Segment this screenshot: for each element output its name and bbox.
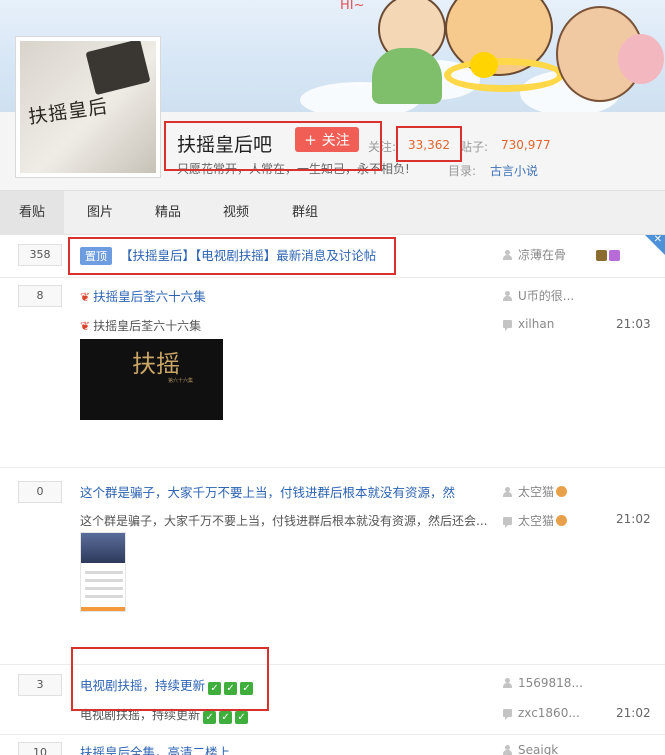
- chat-icon: [503, 320, 512, 331]
- last-reply-user[interactable]: xilhan: [503, 317, 554, 331]
- user-badges: [596, 246, 622, 265]
- thumbnail-title: 扶摇: [132, 350, 180, 378]
- thread-excerpt: 这个群是骗子，大家千万不要上当，付钱进群后根本就没有资源，然后还会...: [80, 514, 488, 528]
- chat-icon: [503, 709, 512, 720]
- last-reply-time: 21:02: [616, 706, 651, 720]
- posts-count: 730,977: [501, 138, 551, 152]
- thread-excerpt: 电视剧扶摇，持续更新 ✓ ✓ ✓: [80, 706, 249, 724]
- thread-author[interactable]: 1569818...: [503, 676, 583, 690]
- thread-title-text: 【扶摇皇后】【电视剧扶摇】最新消息及讨论帖: [120, 248, 377, 263]
- leaf-icon: ❦: [80, 290, 91, 304]
- thread-title[interactable]: 电视剧扶摇，持续更新 ✓ ✓ ✓: [80, 675, 254, 695]
- followers-count: 33,362: [408, 138, 450, 152]
- person-icon: [503, 250, 512, 260]
- category-link[interactable]: 古言小说: [490, 162, 538, 179]
- person-icon: [503, 678, 512, 688]
- forum-page: HI~ 扶摇皇后 扶摇皇后吧 + 关注 只愿花常开，人常在，一生知己，永不相负!…: [0, 0, 665, 755]
- thread-title[interactable]: ❦ 扶摇皇后荃六十六集: [80, 286, 206, 305]
- stamp-image: [85, 41, 151, 96]
- thread-title[interactable]: 置顶 【扶摇皇后】【电视剧扶摇】最新消息及讨论帖: [80, 245, 376, 265]
- tab-videos[interactable]: 视频: [208, 191, 264, 235]
- check-icon: ✓: [219, 711, 233, 724]
- person-icon: [503, 745, 512, 755]
- tab-groups[interactable]: 群组: [277, 191, 333, 235]
- member-badge-icon: [609, 250, 620, 261]
- thread-thumbnail[interactable]: 扶摇 第六十六集: [80, 339, 223, 420]
- check-icon: ✓: [235, 711, 249, 724]
- thread-author[interactable]: 凉薄在骨: [503, 246, 566, 263]
- check-icon: ✓: [240, 682, 254, 695]
- person-icon: [503, 487, 512, 497]
- tab-featured[interactable]: 精品: [140, 191, 196, 235]
- thread-author[interactable]: U币的很...: [503, 287, 574, 304]
- cartoon-character-green: [372, 48, 442, 104]
- check-icon: ✓: [208, 682, 222, 695]
- tab-pictures[interactable]: 图片: [72, 191, 128, 235]
- last-reply-user[interactable]: 太空猫: [503, 512, 568, 529]
- row-divider: [0, 734, 665, 735]
- forum-title: 扶摇皇后吧: [177, 134, 273, 156]
- banner-speech: HI~: [340, 0, 365, 13]
- reply-count: 358: [18, 244, 62, 266]
- reply-count: 10: [18, 742, 62, 755]
- person-icon: [503, 291, 512, 301]
- level-badge-icon: [596, 250, 607, 261]
- check-icon: ✓: [203, 711, 217, 724]
- last-reply-user[interactable]: zxc1860...: [503, 706, 580, 720]
- avatar-calligraphy: 扶摇皇后: [27, 95, 110, 129]
- cat-emoji-icon: [556, 486, 568, 497]
- thread-author[interactable]: Seaigk: [503, 743, 558, 755]
- row-divider: [0, 664, 665, 665]
- pinned-badge: 置顶: [80, 247, 112, 265]
- duck-float: [444, 58, 564, 92]
- thread-author[interactable]: 太空猫: [503, 483, 568, 500]
- leaf-icon: ❦: [80, 319, 91, 333]
- thread-title[interactable]: 这个群是骗子，大家千万不要上当，付钱进群后根本就没有资源，然: [80, 482, 455, 501]
- followers-label: 关注:: [368, 140, 397, 154]
- follow-label: 关注: [321, 132, 350, 149]
- row-divider: [0, 467, 665, 468]
- chat-icon: [503, 517, 512, 528]
- reply-count: 8: [18, 285, 62, 307]
- last-reply-time: 21:03: [616, 317, 651, 331]
- reply-count: 0: [18, 481, 62, 503]
- row-divider: [0, 277, 665, 278]
- category-label: 目录:: [448, 164, 477, 178]
- cat-emoji-icon: [556, 515, 568, 526]
- forum-avatar[interactable]: 扶摇皇后: [15, 36, 161, 178]
- thread-thumbnail[interactable]: [80, 532, 126, 612]
- forum-slogan: 只愿花常开，人常在，一生知己，永不相负!: [177, 162, 410, 176]
- follow-button[interactable]: + 关注: [295, 127, 359, 152]
- reply-count: 3: [18, 674, 62, 696]
- forum-tabs: 看贴 图片 精品 视频 群组: [0, 191, 665, 235]
- close-icon[interactable]: ✕: [654, 234, 662, 245]
- tab-threads[interactable]: 看贴: [0, 191, 64, 235]
- check-icon: ✓: [224, 682, 238, 695]
- last-reply-time: 21:02: [616, 512, 651, 526]
- posts-label: 贴子:: [460, 140, 489, 154]
- thumbnail-subtitle: 第六十六集: [168, 378, 194, 384]
- plus-icon: +: [304, 130, 317, 149]
- thread-title[interactable]: 扶摇皇后全集，高清二楼上: [80, 742, 230, 755]
- cartoon-pig: [618, 34, 664, 84]
- duck: [470, 52, 498, 78]
- thread-excerpt: ❦ 扶摇皇后荃六十六集: [80, 319, 202, 333]
